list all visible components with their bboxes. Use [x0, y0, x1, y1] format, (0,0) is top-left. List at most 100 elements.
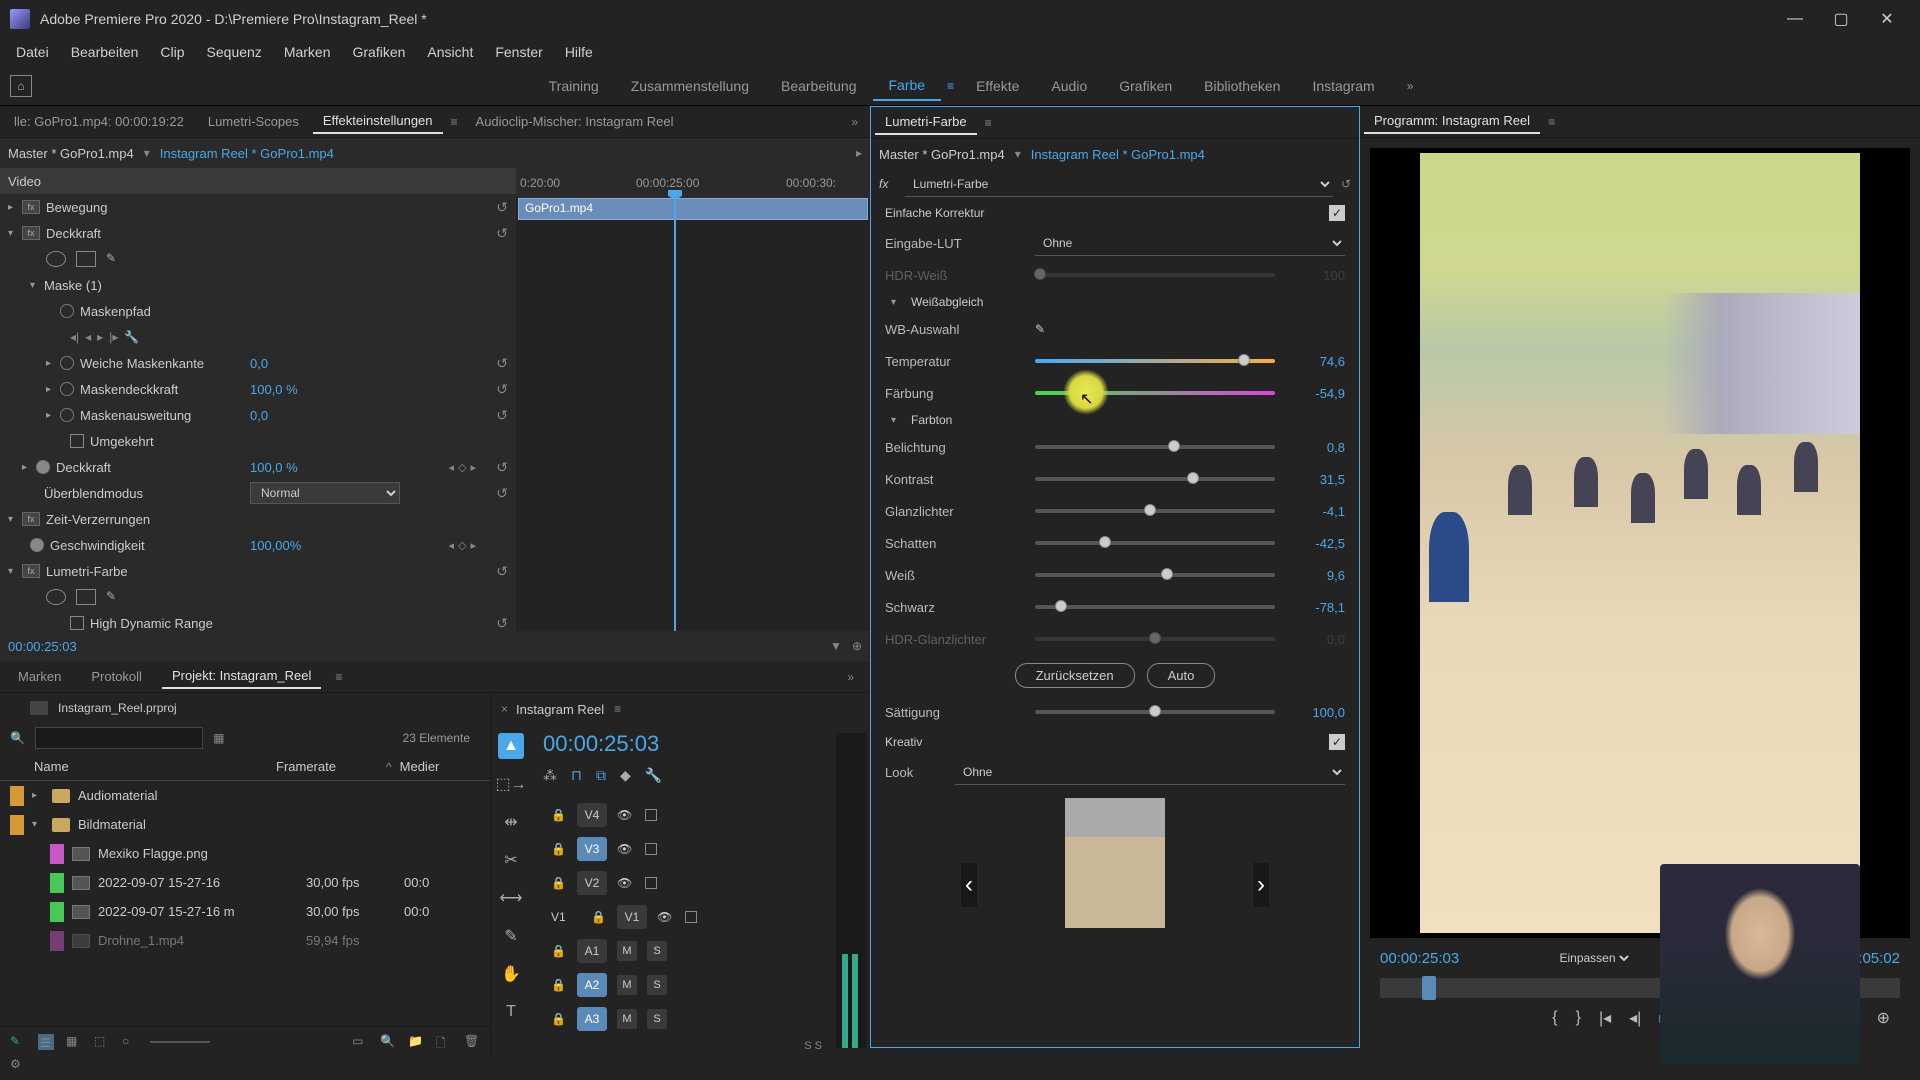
effect-deckkraft[interactable]: Deckkraft: [46, 226, 101, 241]
next-look-icon[interactable]: ›: [1253, 863, 1269, 907]
effect-master[interactable]: Master * GoPro1.mp4: [8, 146, 134, 161]
search-input[interactable]: [35, 727, 203, 749]
mask-rect-icon[interactable]: [76, 589, 96, 605]
glanzlichter-value[interactable]: -4,1: [1285, 504, 1345, 519]
pen-tool-icon[interactable]: ✎: [498, 923, 524, 949]
type-tool-icon[interactable]: T: [498, 999, 524, 1025]
kontrast-value[interactable]: 31,5: [1285, 472, 1345, 487]
sequence-name[interactable]: Instagram Reel: [516, 702, 604, 717]
mask-pen-icon[interactable]: ✎: [106, 251, 126, 267]
hdr-checkbox[interactable]: [70, 616, 84, 630]
step-back-icon[interactable]: ◂|: [1629, 1008, 1641, 1028]
solo-button[interactable]: S: [647, 941, 667, 961]
menu-ansicht[interactable]: Ansicht: [417, 40, 483, 64]
keyframe-toggle[interactable]: [60, 382, 74, 396]
caret-icon[interactable]: ▾: [891, 415, 903, 426]
edit-icon[interactable]: ✎: [10, 1034, 26, 1050]
fx-badge[interactable]: fx: [22, 200, 40, 214]
kf-add-icon[interactable]: ◇: [458, 461, 466, 474]
gear-icon[interactable]: ⚙: [10, 1057, 21, 1071]
ws-audio[interactable]: Audio: [1035, 72, 1103, 100]
menu-sequenz[interactable]: Sequenz: [197, 40, 272, 64]
weiss-slider[interactable]: [1035, 573, 1275, 577]
col-name[interactable]: Name: [34, 759, 276, 774]
list-item[interactable]: Drohne_1.mp459,94 fps: [10, 926, 490, 955]
reset-icon[interactable]: ↺: [496, 199, 508, 216]
export-frame-icon[interactable]: ⊕: [1877, 1008, 1890, 1028]
selection-tool-icon[interactable]: ▲: [498, 733, 524, 759]
keyframe-toggle[interactable]: [60, 356, 74, 370]
tab-protokoll[interactable]: Protokoll: [81, 665, 152, 688]
keyframe-toggle[interactable]: [36, 460, 50, 474]
filter-icon[interactable]: ▼: [830, 639, 842, 653]
ws-zusammen[interactable]: Zusammenstellung: [615, 72, 765, 100]
play-icon[interactable]: ▸: [856, 146, 862, 160]
track-v1[interactable]: V1🔒V1👁: [531, 900, 832, 934]
mute-button[interactable]: M: [617, 975, 637, 995]
farbung-value[interactable]: -54,9: [1285, 386, 1345, 401]
reset-icon[interactable]: ↺: [496, 407, 508, 424]
effect-timecode[interactable]: 00:00:25:03: [8, 639, 77, 654]
auto-button[interactable]: Auto: [1147, 663, 1216, 688]
playhead[interactable]: [674, 198, 676, 631]
list-item[interactable]: 2022-09-07 15-27-16 m30,00 fps00:0: [10, 897, 490, 926]
slip-tool-icon[interactable]: ⟷: [498, 885, 524, 911]
belichtung-value[interactable]: 0,8: [1285, 440, 1345, 455]
tab-scopes[interactable]: Lumetri-Scopes: [198, 110, 309, 133]
track-a3[interactable]: 🔒A3MS: [531, 1002, 832, 1036]
reset-icon[interactable]: ↺: [496, 485, 508, 502]
tab-menu-icon[interactable]: ≡: [447, 115, 462, 129]
razor-tool-icon[interactable]: ✂: [498, 847, 524, 873]
icon-view-icon[interactable]: ▦: [66, 1034, 82, 1050]
caret-icon[interactable]: ▾: [8, 566, 22, 577]
umgekehrt-checkbox[interactable]: [70, 434, 84, 448]
belichtung-slider[interactable]: [1035, 445, 1275, 449]
tab-source[interactable]: lle: GoPro1.mp4: 00:00:19:22: [4, 110, 194, 133]
reset-icon[interactable]: ↺: [496, 615, 508, 632]
deckkraft2[interactable]: Deckkraft: [56, 460, 111, 475]
kf-prev-icon[interactable]: ◂: [448, 461, 454, 474]
list-item[interactable]: Mexiko Flagge.png: [10, 839, 490, 868]
ws-effekte[interactable]: Effekte: [960, 72, 1035, 100]
schwarz-value[interactable]: -78,1: [1285, 600, 1345, 615]
lock-icon[interactable]: 🔒: [591, 910, 607, 924]
tab-menu-icon[interactable]: ≡: [614, 702, 621, 716]
section-einfache[interactable]: Einfache Korrektur✓: [871, 199, 1359, 227]
sync-lock-icon[interactable]: [685, 911, 697, 923]
zoom-icon[interactable]: ⊕: [852, 639, 862, 653]
list-item[interactable]: 2022-09-07 15-27-1630,00 fps00:0: [10, 868, 490, 897]
eyedropper-icon[interactable]: ✎: [1035, 322, 1045, 336]
kf-next-icon[interactable]: ▸: [470, 539, 476, 552]
mask-ellipse-icon[interactable]: [46, 251, 66, 267]
zoom-track[interactable]: [150, 1041, 210, 1043]
menu-fenster[interactable]: Fenster: [485, 40, 552, 64]
caret-icon[interactable]: ▾: [30, 280, 44, 291]
eye-icon[interactable]: 👁: [617, 808, 635, 822]
weiche-value[interactable]: 0,0: [250, 356, 268, 371]
track-wrench-icon[interactable]: 🔧: [124, 330, 139, 344]
kontrast-slider[interactable]: [1035, 477, 1275, 481]
mask-label[interactable]: Maske (1): [44, 278, 102, 293]
reset-icon[interactable]: ↺: [496, 355, 508, 372]
tab-mixer[interactable]: Audioclip-Mischer: Instagram Reel: [466, 110, 684, 133]
new-item-icon[interactable]: 🗋: [436, 1034, 452, 1050]
sync-lock-icon[interactable]: [645, 843, 657, 855]
chevron-down-icon[interactable]: ▾: [1015, 147, 1021, 161]
hand-tool-icon[interactable]: ✋: [498, 961, 524, 987]
close-button[interactable]: ✕: [1864, 4, 1910, 34]
ws-farbe[interactable]: Farbe: [873, 71, 942, 101]
tab-lumetri[interactable]: Lumetri-Farbe: [875, 110, 977, 135]
track-v3[interactable]: 🔒V3👁: [531, 832, 832, 866]
menu-hilfe[interactable]: Hilfe: [555, 40, 603, 64]
eye-icon[interactable]: 👁: [617, 842, 635, 856]
mark-in-icon[interactable]: {: [1552, 1009, 1557, 1027]
col-media[interactable]: Medier: [400, 759, 440, 774]
track-back-icon[interactable]: ◂|: [70, 330, 79, 344]
effect-bewegung[interactable]: Bewegung: [46, 200, 107, 215]
caret-icon[interactable]: ▸: [46, 384, 60, 395]
mask-ellipse-icon[interactable]: [46, 589, 66, 605]
caret-icon[interactable]: ▾: [8, 514, 22, 525]
timeline-timecode[interactable]: 00:00:25:03: [531, 725, 832, 763]
sattigung-value[interactable]: 100,0: [1285, 705, 1345, 720]
menu-marken[interactable]: Marken: [274, 40, 341, 64]
